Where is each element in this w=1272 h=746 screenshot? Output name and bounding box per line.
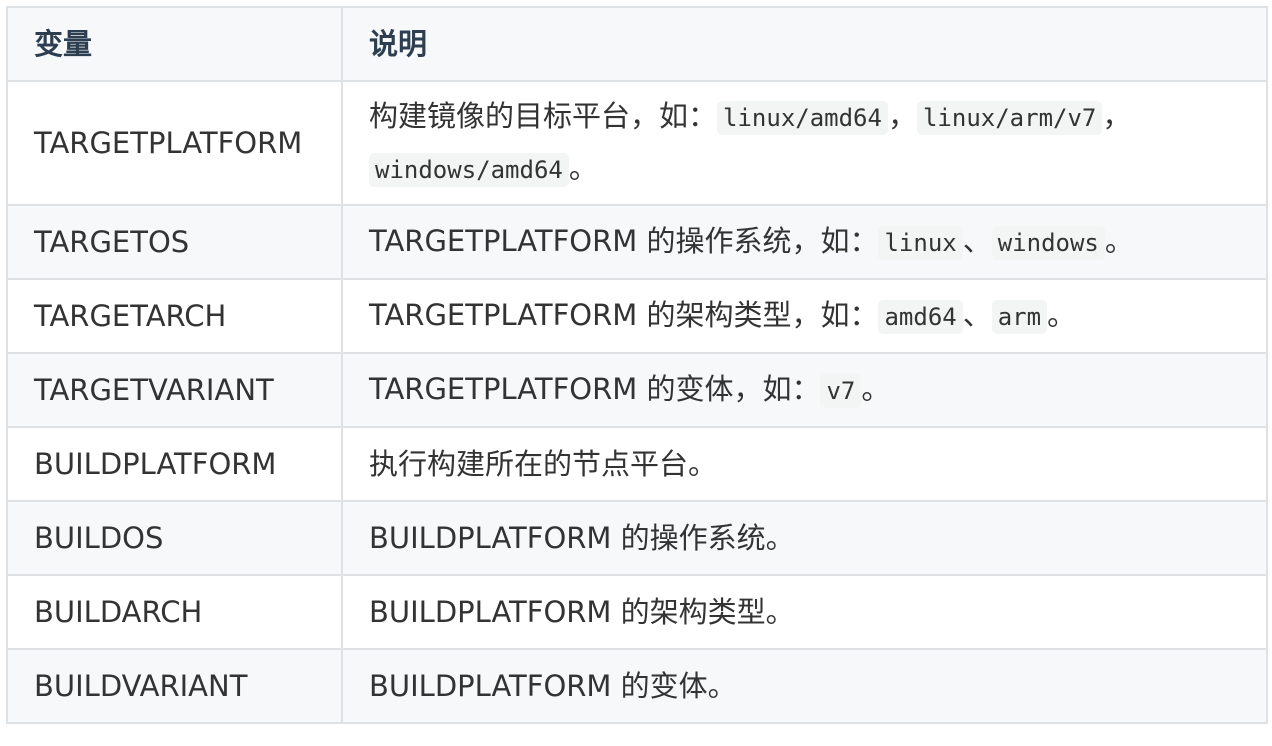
table-row: BUILDPLATFORM 执行构建所在的节点平台。 bbox=[6, 426, 1268, 502]
variable-description: TARGETPLATFORM 的架构类型，如： amd64、 arm。 bbox=[341, 278, 1268, 354]
description-text: TARGETPLATFORM 的操作系统，如： bbox=[369, 224, 879, 258]
description-end: 。 bbox=[861, 372, 891, 406]
code-example: linux/amd64 bbox=[717, 101, 888, 135]
variable-name: TARGETARCH bbox=[6, 278, 343, 354]
variable-description: BUILDPLATFORM 的变体。 bbox=[341, 648, 1268, 724]
description-text: TARGETPLATFORM 的变体，如： bbox=[369, 372, 821, 406]
code-example: linux/arm/v7 bbox=[916, 101, 1103, 135]
code-example: arm bbox=[991, 300, 1048, 334]
variable-description: TARGETPLATFORM 的变体，如： v7。 bbox=[341, 352, 1268, 428]
variables-table-container: 变量 说明 TARGETPLATFORM 构建镜像的目标平台，如： linux/a… bbox=[6, 6, 1268, 724]
header-description: 说明 bbox=[341, 6, 1268, 82]
table-row: TARGETPLATFORM 构建镜像的目标平台，如： linux/amd64， l… bbox=[6, 80, 1268, 206]
description-text: 构建镜像的目标平台，如： bbox=[369, 99, 718, 133]
variable-name: TARGETOS bbox=[6, 204, 343, 280]
table-row: TARGETOS TARGETPLATFORM 的操作系统，如： linux、 wi… bbox=[6, 204, 1268, 280]
variables-table: 变量 说明 TARGETPLATFORM 构建镜像的目标平台，如： linux/a… bbox=[6, 6, 1268, 724]
description-end: 。 bbox=[1047, 298, 1077, 332]
variable-name: BUILDPLATFORM bbox=[6, 426, 343, 502]
variable-name: BUILDOS bbox=[6, 500, 343, 576]
variable-name: BUILDVARIANT bbox=[6, 648, 343, 724]
table-row: TARGETARCH TARGETPLATFORM 的架构类型，如： amd64、… bbox=[6, 278, 1268, 354]
variable-name: TARGETPLATFORM bbox=[6, 80, 343, 206]
table-row: BUILDOS BUILDPLATFORM 的操作系统。 bbox=[6, 500, 1268, 576]
table-row: TARGETVARIANT TARGETPLATFORM 的变体，如： v7。 bbox=[6, 352, 1268, 428]
code-example: v7 bbox=[820, 374, 862, 408]
table-row: BUILDVARIANT BUILDPLATFORM 的变体。 bbox=[6, 648, 1268, 724]
table-header-row: 变量 说明 bbox=[6, 6, 1268, 82]
variable-description: 执行构建所在的节点平台。 bbox=[341, 426, 1268, 502]
variable-description: 构建镜像的目标平台，如： linux/amd64， linux/arm/v7 ，win… bbox=[341, 80, 1268, 206]
table-row: BUILDARCH BUILDPLATFORM 的架构类型。 bbox=[6, 574, 1268, 650]
code-example: windows bbox=[991, 226, 1105, 260]
variable-name: BUILDARCH bbox=[6, 574, 343, 650]
code-example: windows/amd64 bbox=[369, 153, 569, 187]
header-variable: 变量 bbox=[6, 6, 343, 82]
separator: 、 bbox=[962, 224, 992, 258]
separator: 、 bbox=[962, 298, 992, 332]
separator: ， bbox=[887, 99, 917, 133]
code-example: linux bbox=[878, 226, 963, 260]
description-text: TARGETPLATFORM 的架构类型，如： bbox=[369, 298, 879, 332]
variable-description: TARGETPLATFORM 的操作系统，如： linux、 windows。 bbox=[341, 204, 1268, 280]
separator: ， bbox=[1102, 99, 1132, 133]
description-end: 。 bbox=[568, 151, 598, 185]
variable-name: TARGETVARIANT bbox=[6, 352, 343, 428]
variable-description: BUILDPLATFORM 的操作系统。 bbox=[341, 500, 1268, 576]
variable-description: BUILDPLATFORM 的架构类型。 bbox=[341, 574, 1268, 650]
code-example: amd64 bbox=[878, 300, 963, 334]
description-end: 。 bbox=[1104, 224, 1134, 258]
